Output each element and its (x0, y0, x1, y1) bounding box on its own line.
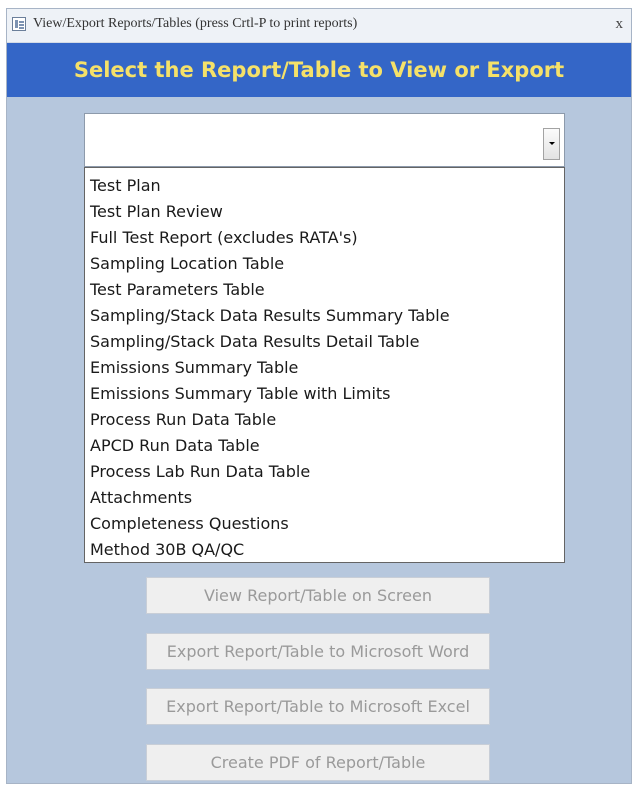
chevron-down-icon[interactable] (543, 128, 560, 160)
dropdown-item-completeness-questions[interactable]: Completeness Questions (85, 511, 564, 537)
dropdown-item-method-30b-qa-qc[interactable]: Method 30B QA/QC (85, 537, 564, 563)
report-export-window: View/Export Reports/Tables (press Crtl-P… (6, 8, 632, 784)
dropdown-item-emissions-summary-table[interactable]: Emissions Summary Table (85, 355, 564, 381)
dropdown-item-sampling-location-table[interactable]: Sampling Location Table (85, 251, 564, 277)
report-dropdown-list: Test Plan Test Plan Review Full Test Rep… (84, 167, 565, 563)
create-pdf-button[interactable]: Create PDF of Report/Table (146, 744, 490, 781)
window-title: View/Export Reports/Tables (press Crtl-P… (33, 16, 358, 31)
view-report-button[interactable]: View Report/Table on Screen (146, 577, 490, 614)
dropdown-item-process-run-data-table[interactable]: Process Run Data Table (85, 407, 564, 433)
dropdown-item-full-test-report[interactable]: Full Test Report (excludes RATA's) (85, 225, 564, 251)
title-bar: View/Export Reports/Tables (press Crtl-P… (7, 9, 631, 43)
dropdown-item-emissions-summary-limits[interactable]: Emissions Summary Table with Limits (85, 381, 564, 407)
dropdown-item-attachments[interactable]: Attachments (85, 485, 564, 511)
header-banner: Select the Report/Table to View or Expor… (7, 43, 631, 97)
export-excel-button[interactable]: Export Report/Table to Microsoft Excel (146, 688, 490, 725)
export-word-button[interactable]: Export Report/Table to Microsoft Word (146, 633, 490, 670)
close-button[interactable]: x (616, 16, 624, 33)
dropdown-item-test-plan[interactable]: Test Plan (85, 173, 564, 199)
dropdown-item-stack-data-detail-table[interactable]: Sampling/Stack Data Results Detail Table (85, 329, 564, 355)
form-icon (12, 17, 26, 31)
dropdown-item-apcd-run-data-table[interactable]: APCD Run Data Table (85, 433, 564, 459)
dropdown-item-stack-data-summary-table[interactable]: Sampling/Stack Data Results Summary Tabl… (85, 303, 564, 329)
page-title: Select the Report/Table to View or Expor… (73, 58, 565, 82)
report-select-combobox[interactable] (84, 113, 565, 167)
dropdown-item-test-parameters-table[interactable]: Test Parameters Table (85, 277, 564, 303)
dropdown-item-process-lab-run-data-table[interactable]: Process Lab Run Data Table (85, 459, 564, 485)
dropdown-item-test-plan-review[interactable]: Test Plan Review (85, 199, 564, 225)
